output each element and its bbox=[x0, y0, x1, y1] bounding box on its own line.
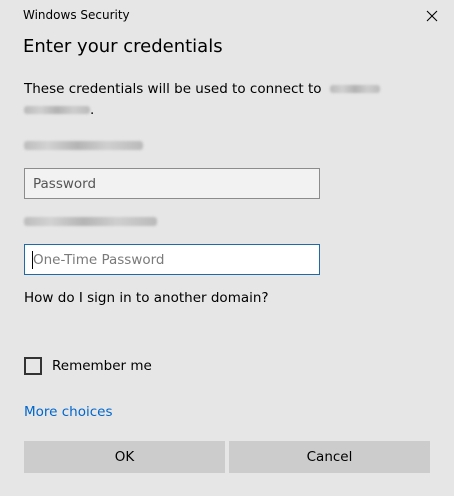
close-icon bbox=[426, 10, 438, 22]
description-period: . bbox=[90, 102, 95, 118]
redacted-server-name bbox=[329, 85, 380, 93]
remember-me-checkbox[interactable] bbox=[24, 357, 42, 375]
remember-me-row[interactable]: Remember me bbox=[24, 357, 152, 375]
credentials-dialog: Windows Security Enter your credentials … bbox=[0, 0, 454, 496]
ok-button[interactable]: OK bbox=[24, 441, 225, 473]
dialog-description: These credentials will be used to connec… bbox=[24, 79, 424, 121]
window-title: Windows Security bbox=[23, 8, 130, 22]
password-placeholder: Password bbox=[33, 176, 97, 192]
otp-field[interactable]: One-Time Password bbox=[24, 244, 320, 275]
more-choices-link[interactable]: More choices bbox=[24, 403, 113, 421]
redacted-username bbox=[24, 141, 143, 150]
password-field[interactable]: Password bbox=[24, 168, 320, 199]
otp-placeholder: One-Time Password bbox=[33, 252, 165, 268]
redacted-server-name-continued bbox=[24, 106, 90, 114]
redacted-otp-hint bbox=[24, 217, 157, 226]
description-text: These credentials will be used to connec… bbox=[24, 81, 322, 97]
close-button[interactable] bbox=[420, 4, 444, 28]
remember-me-label[interactable]: Remember me bbox=[52, 357, 152, 375]
dialog-heading: Enter your credentials bbox=[23, 36, 223, 57]
other-domain-text: How do I sign in to another domain? bbox=[24, 290, 269, 306]
cancel-button[interactable]: Cancel bbox=[229, 441, 430, 473]
